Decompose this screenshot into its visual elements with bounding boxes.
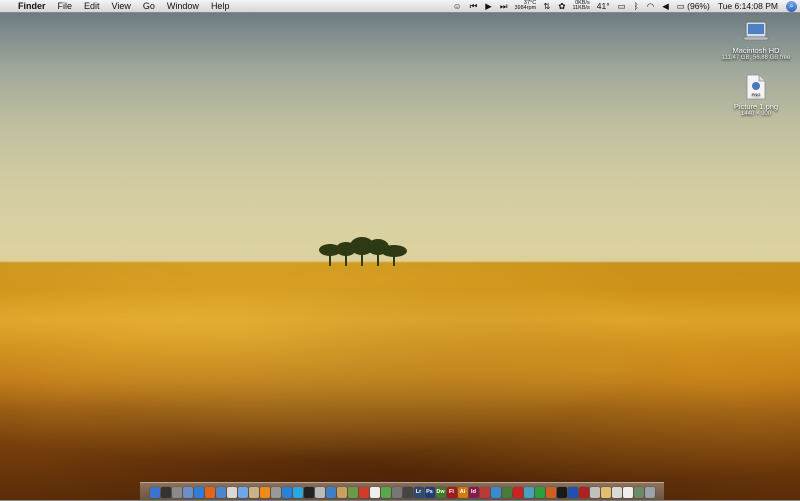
- dock-icon-safari[interactable]: [193, 487, 204, 498]
- dock-icon-itunes[interactable]: [215, 487, 226, 498]
- updown-arrows-icon[interactable]: ⇅: [539, 0, 554, 12]
- dock-icon-lightroom[interactable]: Lr: [413, 487, 424, 498]
- paw-icon[interactable]: ✿: [554, 0, 569, 12]
- dock-icon-app-3[interactable]: [490, 487, 501, 498]
- next-track-icon[interactable]: ⏭: [496, 0, 512, 12]
- hard-drive-icon: [743, 21, 769, 41]
- battery-icon: ▭: [676, 1, 685, 11]
- spotlight-icon[interactable]: ⌕: [786, 0, 797, 12]
- dock-icon-app-12[interactable]: [589, 487, 600, 498]
- dock-icon-app-8[interactable]: [545, 487, 556, 498]
- menu-go[interactable]: Go: [137, 0, 161, 12]
- dock-icon-quicktime[interactable]: [281, 487, 292, 498]
- dock-icon-app-11[interactable]: [578, 487, 589, 498]
- desktop-item-info: 1440 × 900: [740, 111, 772, 117]
- dock-icon-dashboard[interactable]: [160, 487, 171, 498]
- desktop-item-macintosh-hd[interactable]: Macintosh HD 111.47 GB, 56.88 GB free: [716, 18, 796, 62]
- dock-icon-app-2[interactable]: [479, 487, 490, 498]
- menu-help[interactable]: Help: [205, 0, 236, 12]
- menu-bar: Finder File Edit View Go Window Help ☺ ⏮…: [0, 0, 800, 13]
- fan-speed: 3984rpm: [514, 5, 537, 11]
- dock-icon-xcode[interactable]: [325, 487, 336, 498]
- menu-edit[interactable]: Edit: [78, 0, 106, 12]
- menu-clock[interactable]: Tue 6:14:08 PM: [714, 0, 782, 12]
- dock-icon-skype[interactable]: [292, 487, 303, 498]
- previous-track-icon[interactable]: ⏮: [466, 0, 482, 12]
- volume-icon[interactable]: ◀: [658, 0, 673, 12]
- dock-icon-script-editor[interactable]: [336, 487, 347, 498]
- dock-icon-indesign[interactable]: Id: [468, 487, 479, 498]
- dock-icon-app-7[interactable]: [534, 487, 545, 498]
- battery-percent: (96%): [687, 1, 710, 11]
- png-file-icon: PNG: [746, 74, 766, 100]
- status-menus: ☺ ⏮ ▶ ⏭ 37°C 3984rpm ⇅ ✿ 0KB/s 11KB/s 41…: [449, 0, 800, 12]
- dock-icon-trash[interactable]: [644, 487, 655, 498]
- dock-icon-app-5[interactable]: [512, 487, 523, 498]
- dock-icon-app-14[interactable]: [611, 487, 622, 498]
- tree-cluster: [319, 237, 407, 266]
- dock-icon-camera[interactable]: [402, 487, 413, 498]
- dock-icon-dreamweaver[interactable]: Dw: [435, 487, 446, 498]
- dock-icon-ichat[interactable]: [237, 487, 248, 498]
- dock-icon-flash[interactable]: Fl: [446, 487, 457, 498]
- dock-icon-photo[interactable]: [347, 487, 358, 498]
- dock-icon-app[interactable]: [358, 487, 369, 498]
- dock-icon-app-15[interactable]: [622, 487, 633, 498]
- desktop-item-label: Macintosh HD: [732, 46, 780, 55]
- dock-icon-ical[interactable]: [226, 487, 237, 498]
- dock-icon-utility[interactable]: [270, 487, 281, 498]
- menu-file[interactable]: File: [52, 0, 79, 12]
- dock-icon-finder[interactable]: [149, 487, 160, 498]
- dock-icon-app-4[interactable]: [501, 487, 512, 498]
- dock-icon-app-10[interactable]: [567, 487, 578, 498]
- dock-icon-firefox[interactable]: [204, 487, 215, 498]
- dock-icon-app-16[interactable]: [633, 487, 644, 498]
- menu-window[interactable]: Window: [161, 0, 205, 12]
- desktop-item-label: Picture 1.png: [733, 102, 779, 111]
- weather-temperature[interactable]: 41°: [593, 0, 614, 12]
- dock-icon-system-preferences[interactable]: [171, 487, 182, 498]
- dock-icon-tool[interactable]: [314, 487, 325, 498]
- network-download: 11KB/s: [572, 5, 590, 11]
- menu-view[interactable]: View: [106, 0, 137, 12]
- play-icon[interactable]: ▶: [481, 0, 496, 12]
- bluetooth-icon[interactable]: ᛒ: [630, 0, 643, 12]
- desktop-item-picture-1[interactable]: PNG Picture 1.png 1440 × 900: [716, 74, 796, 118]
- wheat-field: [0, 262, 800, 500]
- display-icon[interactable]: ▭: [614, 0, 630, 12]
- dock-icon-photoshop[interactable]: Ps: [424, 487, 435, 498]
- battery-indicator[interactable]: ▭ (96%): [673, 0, 714, 12]
- file-type-badge: PNG: [752, 92, 761, 97]
- dock-icon-textedit[interactable]: [369, 487, 380, 498]
- dock: Lr Ps Dw Fl Ai Id: [140, 482, 664, 501]
- desktop-item-info: 111.47 GB, 56.88 GB free: [721, 55, 791, 61]
- temperature-monitor[interactable]: 37°C 3984rpm: [511, 0, 539, 12]
- wifi-icon[interactable]: ◠: [643, 0, 658, 12]
- dock-icon-vlc[interactable]: [259, 487, 270, 498]
- dock-icon-illustrator[interactable]: Ai: [457, 487, 468, 498]
- app-menu-finder[interactable]: Finder: [12, 0, 52, 12]
- network-monitor[interactable]: 0KB/s 11KB/s: [569, 0, 592, 12]
- dock-icon-adium[interactable]: [380, 487, 391, 498]
- user-status-icon[interactable]: ☺: [449, 0, 466, 12]
- dock-icon-preview[interactable]: [248, 487, 259, 498]
- dock-icon-app-9[interactable]: [556, 487, 567, 498]
- dock-icon-terminal[interactable]: [303, 487, 314, 498]
- dock-icon-mail[interactable]: [182, 487, 193, 498]
- dock-icon-app-6[interactable]: [523, 487, 534, 498]
- dock-icon-disk[interactable]: [391, 487, 402, 498]
- dock-icon-app-13[interactable]: [600, 487, 611, 498]
